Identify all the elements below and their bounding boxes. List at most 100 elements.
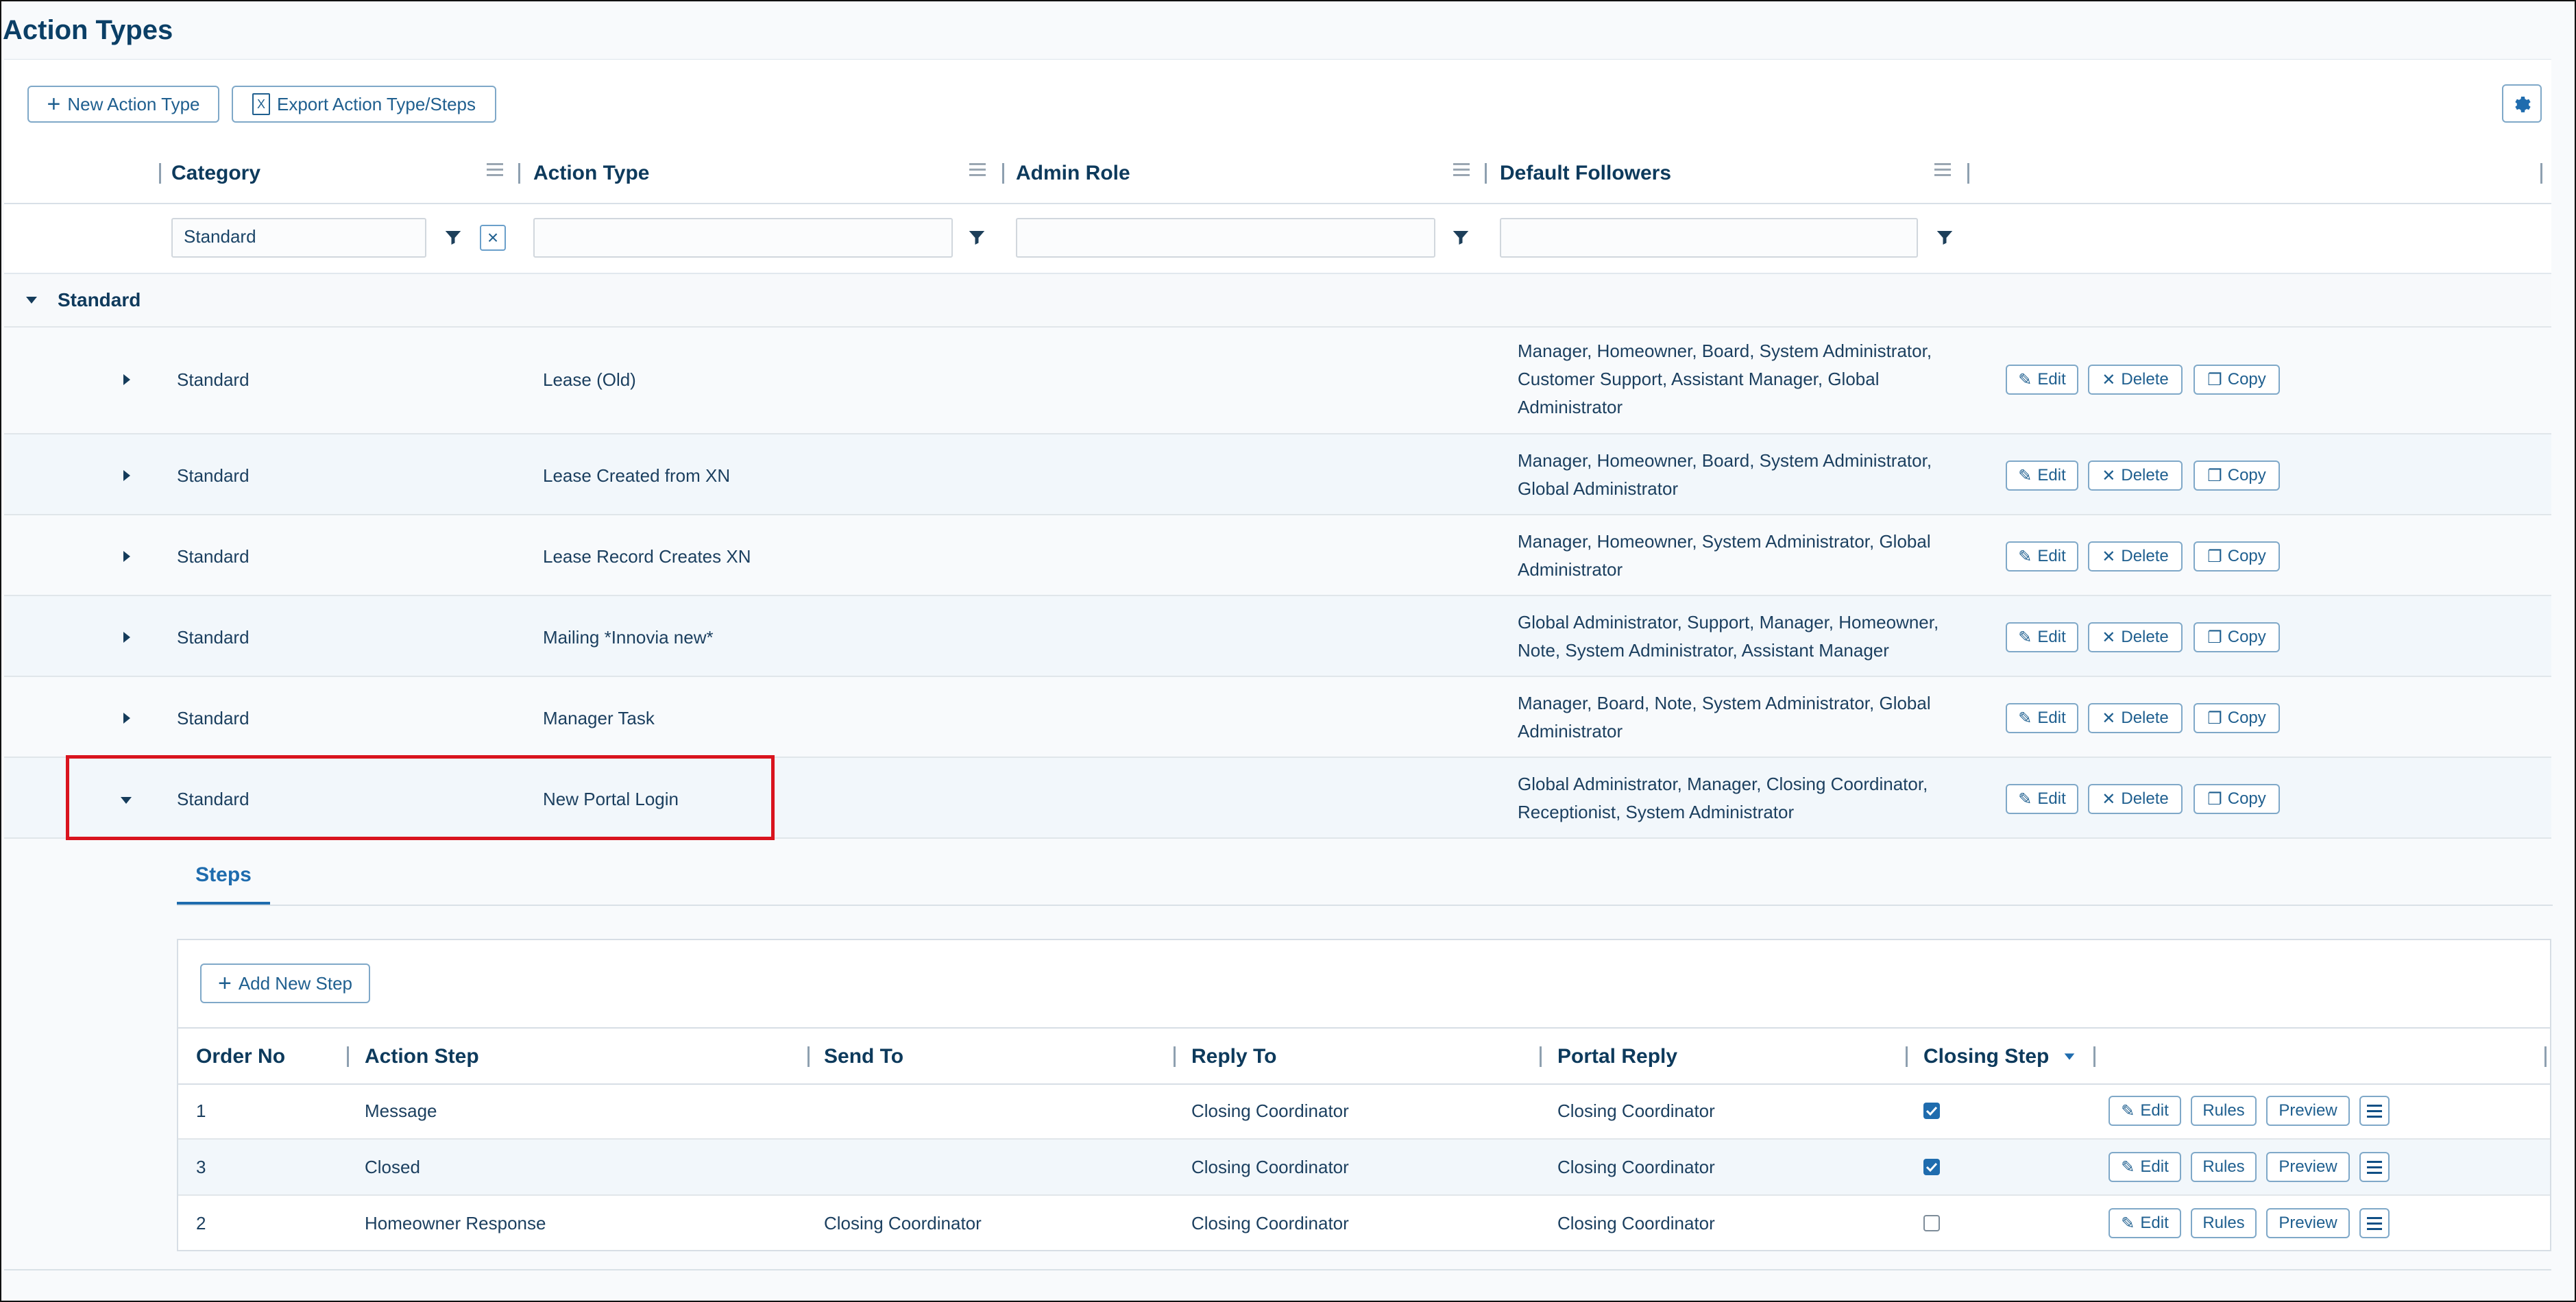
column-separator[interactable] (2540, 163, 2542, 184)
rules-button[interactable]: Rules (2191, 1152, 2257, 1182)
edit-button[interactable]: ✎ Edit (2006, 784, 2078, 814)
rules-button[interactable]: Rules (2191, 1096, 2257, 1126)
table-row[interactable]: Standard Lease Created from XN Manager, … (4, 434, 2551, 515)
filter-icon[interactable] (967, 228, 987, 248)
table-row[interactable]: Standard Mailing *Innovia new* Global Ad… (4, 596, 2551, 677)
add-new-step-button[interactable]: + Add New Step (200, 963, 370, 1003)
column-separator[interactable] (1174, 1046, 1176, 1067)
column-separator[interactable] (1906, 1046, 1908, 1067)
column-separator[interactable] (1540, 1046, 1542, 1067)
category-filter-input[interactable]: Standard (171, 218, 426, 258)
filter-icon[interactable] (1450, 228, 1471, 248)
caret-down-icon[interactable] (23, 292, 40, 308)
action-type-filter-input[interactable] (533, 218, 953, 258)
step-menu-button[interactable] (2359, 1096, 2390, 1126)
pencil-icon: ✎ (2018, 466, 2032, 485)
rules-button[interactable]: Rules (2191, 1208, 2257, 1238)
pencil-icon: ✎ (2121, 1101, 2135, 1120)
action-step-cell: Closed (365, 1157, 420, 1177)
delete-button[interactable]: ✕ Delete (2088, 460, 2183, 491)
filter-icon[interactable] (443, 228, 463, 248)
delete-button[interactable]: ✕ Delete (2088, 622, 2183, 652)
column-menu-icon[interactable] (1453, 163, 1470, 177)
step-row[interactable]: 3 Closed Closing Coordinator Closing Coo… (178, 1140, 2550, 1196)
edit-button[interactable]: ✎ Edit (2006, 365, 2078, 395)
edit-button[interactable]: ✎ Edit (2006, 703, 2078, 733)
copy-button[interactable]: ❐ Copy (2194, 622, 2280, 652)
delete-button[interactable]: ✕ Delete (2088, 365, 2183, 395)
filter-icon[interactable] (1934, 228, 1955, 248)
pencil-icon: ✎ (2018, 547, 2032, 566)
table-row[interactable]: Standard Lease (Old) Manager, Homeowner,… (4, 326, 2551, 434)
preview-button[interactable]: Preview (2266, 1208, 2350, 1238)
default-followers-filter-input[interactable] (1500, 218, 1918, 258)
admin-role-filter-input[interactable] (1016, 218, 1435, 258)
table-row[interactable]: Standard Lease Record Creates XN Manager… (4, 515, 2551, 596)
column-header-portal-reply[interactable]: Portal Reply (1557, 1045, 1677, 1068)
clear-filter-button[interactable]: × (480, 225, 506, 251)
column-separator[interactable] (1485, 163, 1487, 184)
group-row-standard[interactable]: Standard (4, 274, 2551, 328)
caret-right-icon[interactable] (118, 548, 134, 565)
edit-button[interactable]: ✎ Edit (2006, 541, 2078, 572)
edit-step-button[interactable]: ✎ Edit (2109, 1208, 2181, 1238)
delete-button[interactable]: ✕ Delete (2088, 784, 2183, 814)
preview-button[interactable]: Preview (2266, 1152, 2350, 1182)
reply-to-cell: Closing Coordinator (1191, 1213, 1349, 1233)
closing-step-checkbox[interactable] (1923, 1215, 1940, 1231)
closing-step-checkbox[interactable] (1923, 1159, 1940, 1175)
column-separator[interactable] (159, 163, 161, 184)
column-header-closing-step[interactable]: Closing Step (1923, 1045, 2049, 1068)
column-separator[interactable] (518, 163, 520, 184)
column-header-order-no[interactable]: Order No (196, 1045, 285, 1068)
step-menu-button[interactable] (2359, 1152, 2390, 1182)
caret-right-icon[interactable] (118, 371, 134, 388)
tab-steps[interactable]: Steps (177, 848, 270, 905)
caret-right-icon[interactable] (118, 710, 134, 726)
delete-button[interactable]: ✕ Delete (2088, 703, 2183, 733)
edit-step-button[interactable]: ✎ Edit (2109, 1152, 2181, 1182)
caret-right-icon[interactable] (118, 629, 134, 646)
sort-desc-icon[interactable] (2062, 1049, 2077, 1064)
settings-button[interactable] (2502, 84, 2542, 123)
column-menu-icon[interactable] (487, 163, 503, 177)
edit-button[interactable]: ✎ Edit (2006, 622, 2078, 652)
edit-button[interactable]: ✎ Edit (2006, 460, 2078, 491)
copy-button[interactable]: ❐ Copy (2194, 365, 2280, 395)
copy-icon: ❐ (2207, 628, 2222, 647)
column-separator[interactable] (1967, 163, 1969, 184)
step-menu-button[interactable] (2359, 1208, 2390, 1238)
delete-button[interactable]: ✕ Delete (2088, 541, 2183, 572)
column-header-admin-role[interactable]: Admin Role (1016, 162, 1130, 185)
table-row[interactable]: Standard Manager Task Manager, Board, No… (4, 677, 2551, 758)
edit-step-button[interactable]: ✎ Edit (2109, 1096, 2181, 1126)
column-header-category[interactable]: Category (171, 162, 260, 185)
export-action-type-steps-button[interactable]: X Export Action Type/Steps (232, 86, 496, 123)
pencil-icon: ✎ (2018, 370, 2032, 389)
column-header-default-followers[interactable]: Default Followers (1500, 162, 1671, 185)
column-menu-icon[interactable] (1934, 163, 1951, 177)
column-separator[interactable] (1002, 163, 1004, 184)
copy-button[interactable]: ❐ Copy (2194, 784, 2280, 814)
column-separator[interactable] (807, 1046, 810, 1067)
copy-button[interactable]: ❐ Copy (2194, 460, 2280, 491)
column-header-action-type[interactable]: Action Type (533, 162, 649, 185)
column-separator[interactable] (347, 1046, 349, 1067)
column-header-reply-to[interactable]: Reply To (1191, 1045, 1276, 1068)
category-cell: Standard (177, 369, 250, 390)
column-header-send-to[interactable]: Send To (824, 1045, 903, 1068)
order-no-cell: 1 (196, 1101, 206, 1121)
step-row[interactable]: 2 Homeowner Response Closing Coordinator… (178, 1196, 2550, 1252)
action-type-cell: Manager Task (543, 708, 655, 728)
column-header-action-step[interactable]: Action Step (365, 1045, 479, 1068)
column-menu-icon[interactable] (969, 163, 986, 177)
new-action-type-button[interactable]: + New Action Type (27, 86, 219, 123)
copy-button[interactable]: ❐ Copy (2194, 703, 2280, 733)
column-separator[interactable] (2093, 1046, 2095, 1067)
step-row[interactable]: 1 Message Closing Coordinator Closing Co… (178, 1083, 2550, 1140)
column-separator[interactable] (2544, 1046, 2547, 1067)
copy-button[interactable]: ❐ Copy (2194, 541, 2280, 572)
closing-step-checkbox[interactable] (1923, 1103, 1940, 1119)
caret-right-icon[interactable] (118, 467, 134, 484)
preview-button[interactable]: Preview (2266, 1096, 2350, 1126)
